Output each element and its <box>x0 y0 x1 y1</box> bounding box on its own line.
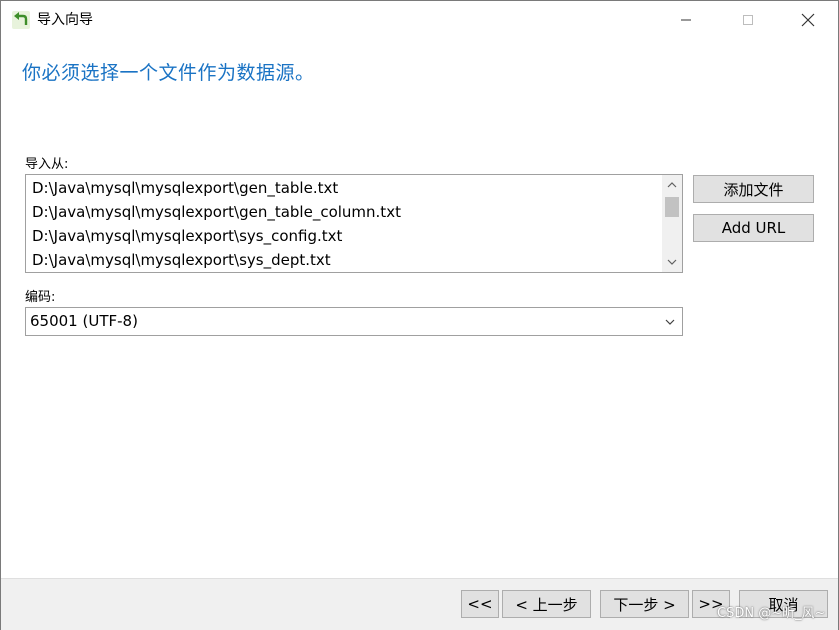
encoding-label: 编码: <box>25 290 56 305</box>
minimize-button[interactable] <box>663 1 709 39</box>
file-list-item[interactable]: D:\Java\mysql\mysqlexport\sys_dept.txt <box>32 248 331 272</box>
import-wizard-window: 导入向导 你必须选择一个文件作为数据源。 导入从: D:\Java\mysql\… <box>0 0 839 630</box>
window-title: 导入向导 <box>37 12 93 28</box>
close-button[interactable] <box>785 1 831 39</box>
minimize-icon <box>681 19 691 21</box>
file-list-item[interactable]: D:\Java\mysql\mysqlexport\gen_table_colu… <box>32 200 401 224</box>
chevron-down-icon <box>667 259 677 265</box>
file-list-item[interactable]: D:\Java\mysql\mysqlexport\sys_config.txt <box>32 224 342 248</box>
title-bar: 导入向导 <box>1 1 838 39</box>
add-file-button[interactable]: 添加文件 <box>693 175 814 203</box>
file-list-item[interactable]: D:\Java\mysql\mysqlexport\gen_table.txt <box>32 176 338 200</box>
encoding-select[interactable]: 65001 (UTF-8) <box>25 307 683 336</box>
maximize-button[interactable] <box>725 1 771 39</box>
scroll-down-button[interactable] <box>662 252 682 272</box>
add-url-button[interactable]: Add URL <box>693 214 814 242</box>
import-wizard-icon <box>11 10 31 30</box>
file-list[interactable]: D:\Java\mysql\mysqlexport\gen_table.txt … <box>25 174 683 273</box>
import-from-label: 导入从: <box>25 157 69 172</box>
chevron-down-icon[interactable] <box>660 308 680 335</box>
scroll-up-button[interactable] <box>662 175 682 195</box>
file-list-scrollbar[interactable] <box>662 175 682 272</box>
encoding-value: 65001 (UTF-8) <box>30 312 138 330</box>
scroll-thumb[interactable] <box>665 197 679 217</box>
page-heading: 你必须选择一个文件作为数据源。 <box>22 62 315 84</box>
watermark: CSDN @~昕_风~ <box>717 606 826 621</box>
close-icon <box>801 13 815 27</box>
maximize-icon <box>743 15 753 25</box>
first-step-button[interactable]: << <box>461 590 499 618</box>
chevron-up-icon <box>667 182 677 188</box>
previous-step-button[interactable]: < 上一步 <box>502 590 591 618</box>
next-step-button[interactable]: 下一步 > <box>600 590 689 618</box>
